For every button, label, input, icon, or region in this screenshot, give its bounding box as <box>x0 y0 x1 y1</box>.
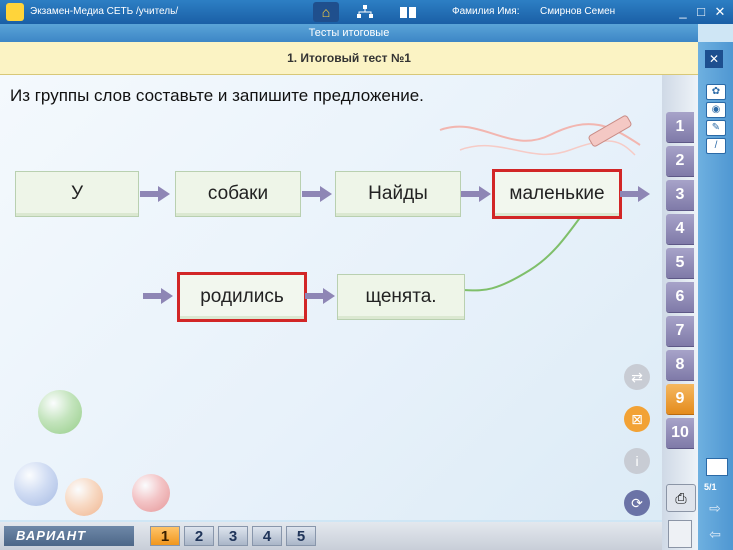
decorative-bubble <box>65 478 103 516</box>
app-logo-icon <box>6 3 24 21</box>
refresh-icon[interactable]: ⟳ <box>624 490 650 516</box>
page-counter: 5/1 <box>704 482 717 492</box>
test-title: 1. Итоговый тест №1 <box>0 42 698 75</box>
question-tab-2[interactable]: 2 <box>666 146 694 176</box>
app-title: Экзамен-Медиа СЕТЬ /учитель/ <box>30 6 179 17</box>
calendar-icon[interactable] <box>706 458 728 476</box>
minimize-icon[interactable]: _ <box>675 3 691 21</box>
notes-icon[interactable] <box>668 520 692 548</box>
arrow-right-icon <box>620 186 650 202</box>
user-label: Фамилия Имя: <box>452 6 520 17</box>
variant-button-5[interactable]: 5 <box>286 526 316 546</box>
question-tab-4[interactable]: 4 <box>666 214 694 244</box>
question-tab-8[interactable]: 8 <box>666 350 694 380</box>
question-tab-5[interactable]: 5 <box>666 248 694 278</box>
arrow-right-icon <box>461 186 491 202</box>
question-tab-3[interactable]: 3 <box>666 180 694 210</box>
close-panel-icon[interactable]: ✕ <box>705 50 723 68</box>
view-icon[interactable]: ◉ <box>706 102 726 118</box>
variant-label: ВАРИАНТ <box>4 526 134 546</box>
title-bar: Экзамен-Медиа СЕТЬ /учитель/ ⌂ Фамилия И… <box>0 0 733 24</box>
home-icon[interactable]: ⌂ <box>313 2 339 22</box>
section-title: Тесты итоговые <box>0 24 698 42</box>
decorative-bubble <box>38 390 82 434</box>
decorative-bubble <box>14 462 58 506</box>
prev-icon[interactable]: ⇦ <box>706 526 724 542</box>
clear-icon[interactable]: ⊠ <box>624 406 650 432</box>
hint-icon[interactable]: ⇄ <box>624 364 650 390</box>
edit-icon[interactable]: ✎ <box>706 120 726 136</box>
arrow-right-icon <box>143 288 173 304</box>
instruction-text: Из группы слов составьте и запишите пред… <box>10 86 424 105</box>
book-icon[interactable] <box>395 2 421 22</box>
arrow-right-icon <box>140 186 170 202</box>
pen-icon[interactable]: / <box>706 138 726 154</box>
word-card[interactable]: У <box>15 171 139 217</box>
word-card[interactable]: Найды <box>335 171 461 217</box>
maximize-icon[interactable]: □ <box>693 3 709 21</box>
question-tab-9[interactable]: 9 <box>666 384 694 414</box>
variant-button-4[interactable]: 4 <box>252 526 282 546</box>
question-tab-6[interactable]: 6 <box>666 282 694 312</box>
question-tab-10[interactable]: 10 <box>666 418 694 448</box>
info-icon[interactable]: i <box>624 448 650 474</box>
arrow-right-icon <box>302 186 332 202</box>
decorative-bubble <box>132 474 170 512</box>
settings-icon[interactable]: ✿ <box>706 84 726 100</box>
print-icon[interactable]: ⎙ <box>666 484 696 512</box>
structure-icon[interactable] <box>352 2 378 22</box>
word-card-selected[interactable]: родились <box>177 272 307 322</box>
word-card[interactable]: собаки <box>175 171 301 217</box>
user-name: Смирнов Семен <box>540 6 616 17</box>
word-card[interactable]: щенята. <box>337 274 465 320</box>
arrow-right-icon <box>305 288 335 304</box>
question-tab-1[interactable]: 1 <box>666 112 694 142</box>
question-tab-7[interactable]: 7 <box>666 316 694 346</box>
variant-button-3[interactable]: 3 <box>218 526 248 546</box>
variant-button-1[interactable]: 1 <box>150 526 180 546</box>
close-icon[interactable]: ✕ <box>712 3 728 21</box>
next-icon[interactable]: ⇨ <box>706 500 724 516</box>
variant-button-2[interactable]: 2 <box>184 526 214 546</box>
word-card-selected[interactable]: маленькие <box>492 169 622 219</box>
